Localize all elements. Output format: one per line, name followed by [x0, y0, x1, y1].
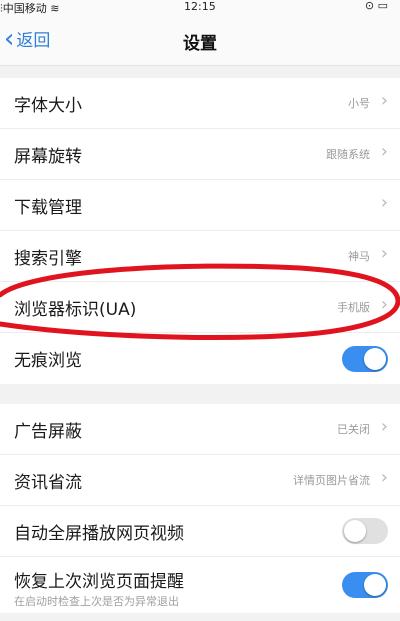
settings-group-2: 广告屏蔽 已关闭 › 资讯省流 详情页图片省流 › 自动全屏播放网页视频 恢复上… [0, 404, 400, 613]
setting-label: 字体大小 [14, 95, 82, 116]
chevron-right-icon: › [380, 90, 388, 111]
setting-value: 神马 [348, 250, 370, 263]
setting-font-size[interactable]: 字体大小 小号 › [0, 78, 400, 129]
toggle-knob [364, 574, 386, 596]
settings-group-1: 字体大小 小号 › 屏幕旋转 跟随系统 › 下载管理 › 搜索引擎 神马 › 浏… [0, 78, 400, 384]
restore-toggle[interactable] [342, 572, 388, 598]
chevron-right-icon: › [380, 467, 388, 488]
setting-label: 恢复上次浏览页面提醒 [14, 572, 184, 592]
setting-incognito: 无痕浏览 [0, 333, 400, 384]
nav-bar: ‹ 返回 设置 [0, 14, 400, 66]
autoplay-toggle[interactable] [342, 518, 388, 544]
setting-user-agent[interactable]: 浏览器标识(UA) 手机版 › [0, 282, 400, 333]
setting-autoplay-fullscreen: 自动全屏播放网页视频 [0, 506, 400, 557]
toggle-knob [364, 347, 386, 370]
setting-label: 广告屏蔽 [14, 421, 82, 442]
setting-label: 无痕浏览 [14, 351, 82, 371]
setting-value: 详情页图片省流 [293, 474, 370, 487]
chevron-right-icon: › [380, 416, 388, 437]
setting-screen-rotation[interactable]: 屏幕旋转 跟随系统 › [0, 129, 400, 180]
setting-label: 自动全屏播放网页视频 [14, 523, 184, 544]
setting-label: 浏览器标识(UA) [14, 299, 137, 320]
alarm-icon: ⊙ [364, 0, 375, 12]
chevron-right-icon: › [380, 141, 388, 162]
setting-restore-reminder: 恢复上次浏览页面提醒 在启动时检查上次是否为异常退出 [0, 557, 400, 613]
toggle-knob [344, 520, 366, 542]
setting-label: 屏幕旋转 [14, 146, 82, 167]
setting-value: 小号 [348, 97, 370, 110]
battery-icon: ▭ [377, 0, 388, 12]
setting-label: 下载管理 [14, 197, 82, 218]
setting-value: 已关闭 [337, 423, 370, 436]
status-bar: ⫶中国移动 ≋ 12:15 ⊙ ▭ [0, 0, 400, 15]
setting-description: 在启动时检查上次是否为异常退出 [14, 595, 179, 608]
setting-label: 资讯省流 [14, 472, 82, 493]
chevron-right-icon: › [380, 243, 388, 264]
page-title: 设置 [183, 34, 217, 54]
setting-data-saver[interactable]: 资讯省流 详情页图片省流 › [0, 455, 400, 506]
status-time: 12:15 [184, 0, 216, 13]
chevron-right-icon: › [380, 294, 388, 315]
setting-value: 手机版 [337, 301, 370, 314]
setting-download-manager[interactable]: 下载管理 › [0, 180, 400, 231]
incognito-toggle[interactable] [342, 345, 388, 372]
chevron-right-icon: › [380, 192, 388, 213]
setting-search-engine[interactable]: 搜索引擎 神马 › [0, 231, 400, 282]
setting-value: 跟随系统 [326, 148, 370, 161]
setting-label: 搜索引擎 [14, 248, 82, 269]
setting-ad-block[interactable]: 广告屏蔽 已关闭 › [0, 404, 400, 455]
